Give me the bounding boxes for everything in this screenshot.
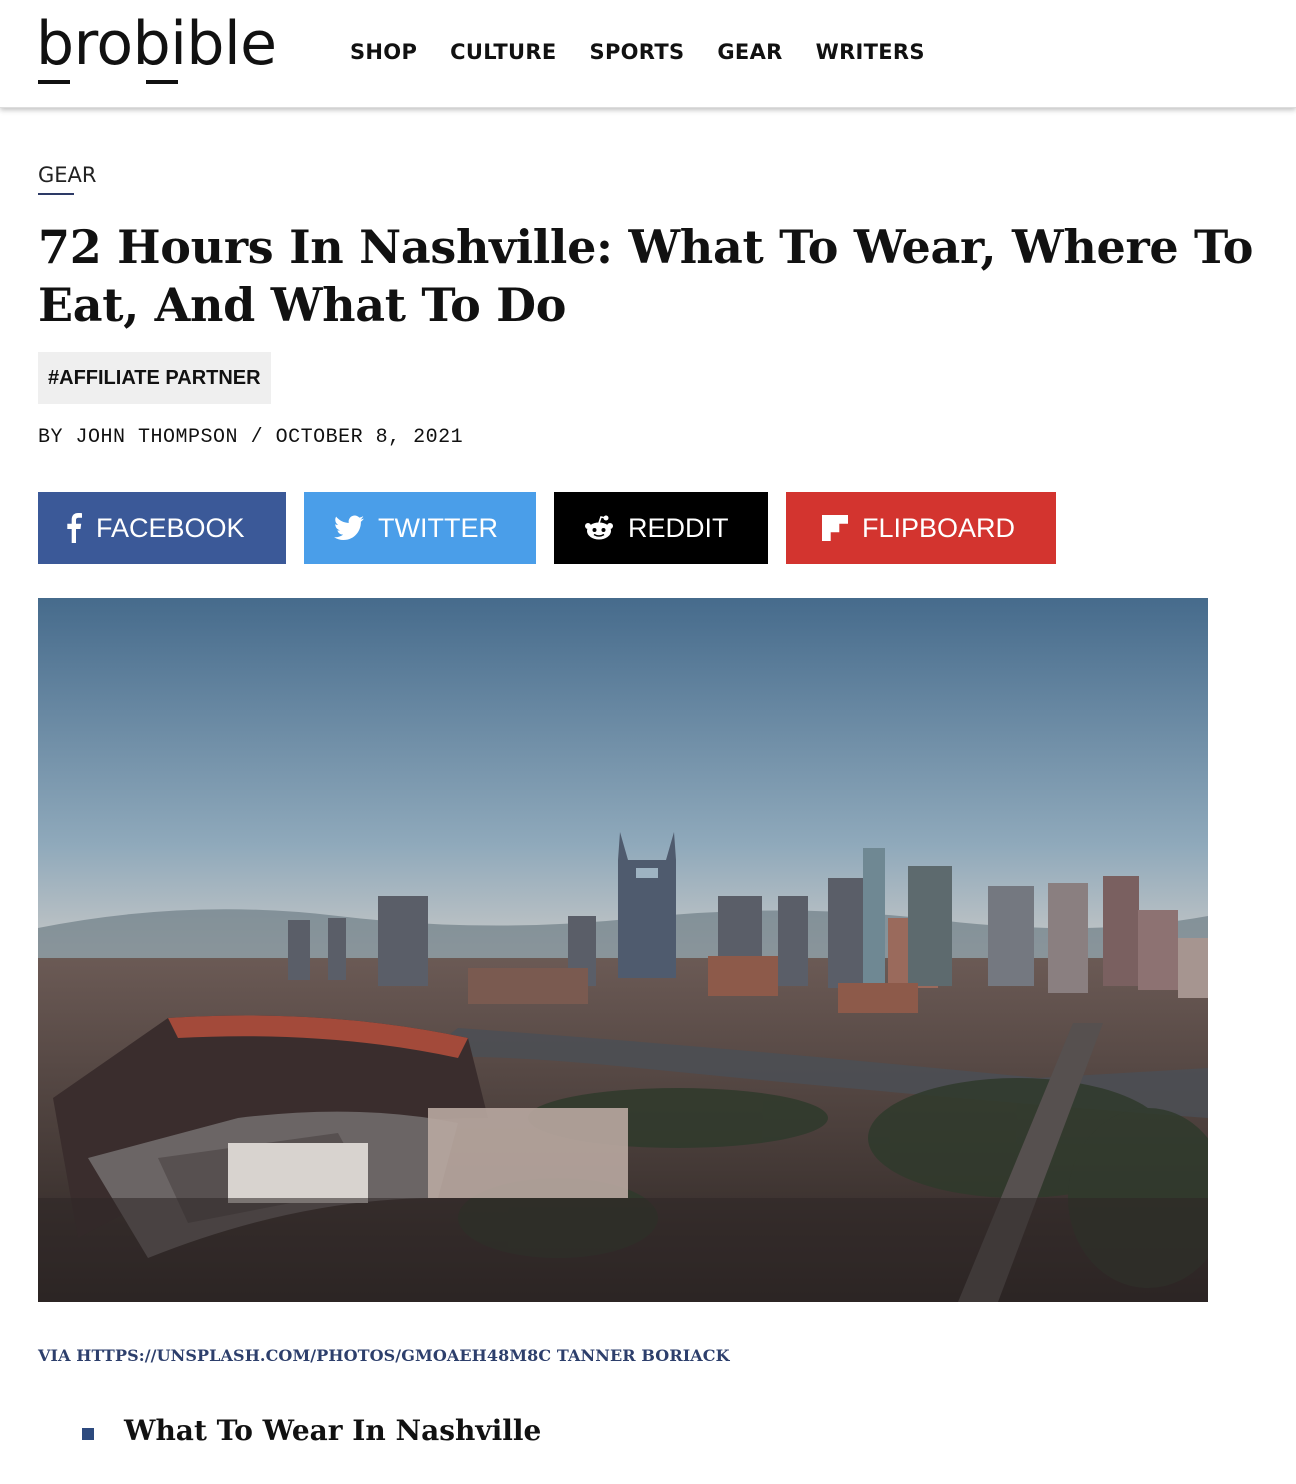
twitter-bird-icon: [334, 515, 364, 541]
brobible-logo[interactable]: brobible: [36, 14, 277, 90]
share-facebook-label: FACEBOOK: [96, 512, 245, 543]
logo-text: brobible: [36, 9, 277, 79]
category-link[interactable]: GEAR: [38, 163, 97, 187]
share-twitter-label: TWITTER: [378, 512, 498, 543]
logo-underline: [146, 80, 178, 84]
toc-item-what-to-wear[interactable]: What To Wear In Nashville: [124, 1414, 541, 1447]
share-flipboard-label: FLIPBOARD: [862, 512, 1016, 543]
nav-culture[interactable]: CULTURE: [450, 40, 556, 64]
share-facebook-button[interactable]: FACEBOOK: [38, 492, 286, 564]
article-title: 72 Hours In Nashville: What To Wear, Whe…: [38, 220, 1254, 332]
reddit-alien-icon: [584, 515, 614, 541]
logo-underline: [38, 80, 70, 84]
share-reddit-button[interactable]: REDDIT: [554, 492, 768, 564]
nav-shop[interactable]: SHOP: [350, 40, 417, 64]
nav-gear[interactable]: GEAR: [717, 40, 782, 64]
byline-prefix: BY: [38, 426, 64, 449]
toc-bullet: [82, 1428, 94, 1440]
flipboard-icon: [822, 515, 848, 541]
hero-image-nashville-skyline: [38, 598, 1208, 1302]
publish-date: OCTOBER 8, 2021: [275, 426, 464, 449]
byline: BY JOHN THOMPSON / OCTOBER 8, 2021: [38, 426, 463, 449]
facebook-icon: [64, 513, 82, 543]
category-underline: [38, 193, 74, 195]
site-header: brobible SHOP CULTURE SPORTS GEAR WRITER…: [0, 0, 1296, 108]
nav-writers[interactable]: WRITERS: [816, 40, 925, 64]
main-nav: SHOP CULTURE SPORTS GEAR WRITERS: [350, 40, 925, 64]
byline-separator: /: [250, 426, 264, 449]
share-reddit-label: REDDIT: [628, 512, 729, 543]
nav-sports[interactable]: SPORTS: [590, 40, 685, 64]
share-flipboard-button[interactable]: FLIPBOARD: [786, 492, 1056, 564]
image-credit-link[interactable]: VIA HTTPS://UNSPLASH.COM/PHOTOS/GMOAEH48…: [38, 1346, 730, 1365]
author-link[interactable]: JOHN THOMPSON: [76, 426, 239, 449]
affiliate-partner-tag[interactable]: #AFFILIATE PARTNER: [38, 352, 271, 404]
share-twitter-button[interactable]: TWITTER: [304, 492, 536, 564]
nashville-skyline-illustration: [38, 598, 1208, 1302]
